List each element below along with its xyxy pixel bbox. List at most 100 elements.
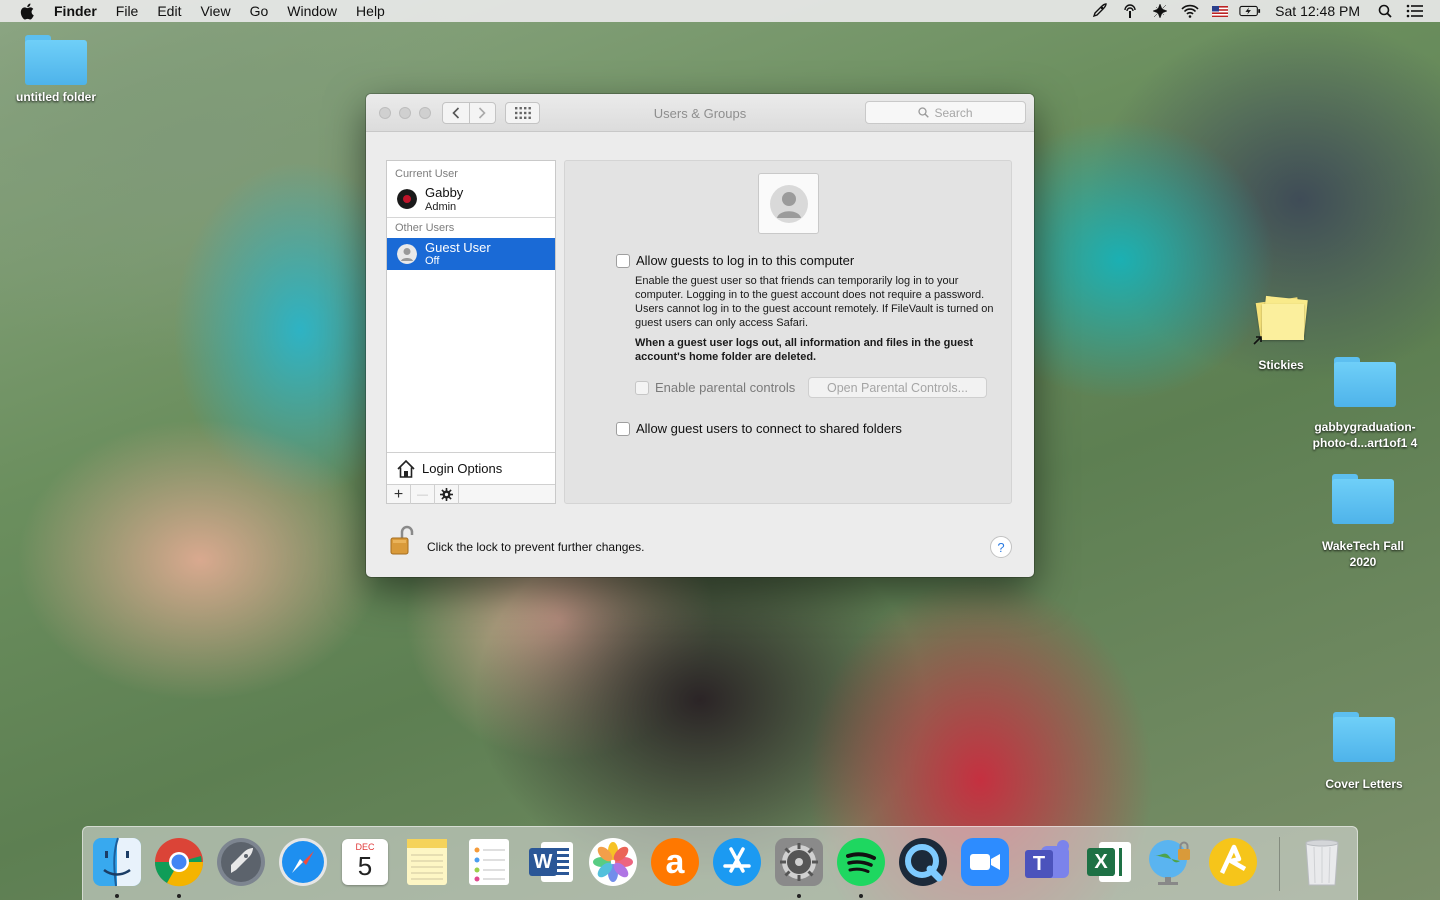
apple-menu-icon[interactable] [18,2,36,20]
other-users-header: Other Users [395,222,455,234]
unlocked-padlock-icon [390,525,414,555]
quicktime-icon [899,838,947,886]
menu-edit[interactable]: Edit [157,3,181,19]
desktop-icon-label-line2: 2020 [1349,555,1377,569]
us-flag-icon[interactable] [1209,2,1231,20]
folder-icon [25,35,87,85]
user-role: Admin [425,201,457,213]
calendar-day: 5 [357,851,373,881]
gear-icon [440,488,453,501]
add-user-button[interactable]: + [387,485,411,504]
spotlight-icon[interactable] [1374,2,1396,20]
menu-window[interactable]: Window [287,3,337,19]
desktop-icon-label-line1: gabbygraduation- [1314,420,1416,434]
open-parental-controls-button[interactable]: Open Parental Controls... [808,377,987,398]
list-toolbar: + — [387,484,555,504]
stickies-icon [1252,294,1310,346]
desktop-icon-label: Cover Letters [1325,777,1403,791]
login-options-item[interactable]: Login Options [387,452,555,484]
menu-file[interactable]: File [116,3,139,19]
app-menu-finder[interactable]: Finder [54,3,97,19]
dock-spotify[interactable] [834,835,888,889]
checkbox-box[interactable] [616,253,630,268]
shared-folders-checkbox[interactable]: Allow guest users to connect to shared f… [616,421,902,436]
guest-picture[interactable] [758,173,819,234]
desktop-folder-cover-letters[interactable]: Cover Letters [1309,712,1419,792]
dock-word[interactable]: W [524,835,578,889]
airdrop-icon[interactable] [1119,2,1141,20]
user-list: Current User Gabby Admin Other Users Gue… [386,160,556,504]
guest-description: Enable the guest user so that friends ca… [635,275,994,329]
lock-message: Click the lock to prevent further change… [427,540,645,554]
dock-excel[interactable]: X [1082,835,1136,889]
app-store-icon [713,838,761,886]
dock-system-preferences[interactable] [772,835,826,889]
battery-charging-icon[interactable] [1239,2,1261,20]
search-field[interactable]: Search [865,101,1026,124]
guest-settings-pane: Allow guests to log in to this computer … [564,160,1012,504]
dock-network-utility[interactable] [1144,835,1198,889]
dock-zoom[interactable] [958,835,1012,889]
checkbox-box[interactable] [616,421,630,436]
dock-separator [1279,837,1280,891]
desktop-icon-label: WakeTech Fall 2020 [1308,538,1418,570]
system-preferences-icon [775,838,823,886]
guest-avatar-icon [397,244,417,264]
dock-reminders[interactable] [462,835,516,889]
dock-safari[interactable] [276,835,330,889]
dock-teams[interactable]: T [1020,835,1074,889]
parental-controls-checkbox[interactable]: Enable parental controls [635,380,795,395]
desktop-folder-waketech[interactable]: WakeTech Fall 2020 [1308,474,1418,570]
guest-avatar-icon [769,184,808,223]
lock-button[interactable] [390,524,414,556]
help-button[interactable]: ? [990,536,1012,558]
rocket-icon[interactable] [1089,2,1111,20]
dock: DEC 5 W a T X [82,826,1358,900]
dock-instastats[interactable] [1206,835,1260,889]
dock-chrome[interactable] [152,835,206,889]
running-indicator [115,894,119,898]
notes-icon [407,839,447,885]
user-row-guest[interactable]: Guest User Off [387,238,555,270]
extension-icon[interactable] [1149,2,1171,20]
dock-app-store[interactable] [710,835,764,889]
search-placeholder: Search [934,105,973,120]
running-indicator [797,894,801,898]
folder-icon [1334,357,1396,407]
remove-user-button[interactable]: — [411,485,435,504]
desktop-folder-untitled[interactable]: untitled folder [1,35,111,105]
checkbox-box[interactable] [635,380,649,395]
folder-icon [1333,712,1395,762]
chrome-icon [154,838,204,887]
notification-center-icon[interactable] [1404,2,1426,20]
dock-photos[interactable] [586,835,640,889]
desktop-icon-label-line1: WakeTech Fall [1321,539,1405,553]
user-row-gabby[interactable]: Gabby Admin [387,179,555,217]
dock-notes[interactable] [400,835,454,889]
dock-launchpad[interactable] [214,835,268,889]
users-groups-window: Users & Groups Search Current User Gabby… [366,94,1034,577]
folder-icon [1332,474,1394,524]
menu-view[interactable]: View [200,3,230,19]
teams-icon: T [1023,838,1071,886]
globe-lock-icon [1149,840,1190,885]
trash-icon [1305,839,1339,886]
allow-guest-login-checkbox[interactable]: Allow guests to log in to this computer [616,253,854,268]
dock-trash[interactable] [1295,835,1349,889]
dock-finder[interactable] [90,835,144,889]
dock-quicktime[interactable] [896,835,950,889]
spotify-icon [837,838,885,886]
menubar-clock[interactable]: Sat 12:48 PM [1275,3,1360,19]
window-titlebar[interactable]: Users & Groups Search [366,94,1034,132]
word-icon: W [527,838,575,886]
shared-folders-label: Allow guest users to connect to shared f… [636,421,902,436]
dock-avast[interactable]: a [648,835,702,889]
action-menu-button[interactable] [435,485,459,504]
menu-go[interactable]: Go [250,3,269,19]
finder-icon [93,837,141,887]
wifi-icon[interactable] [1179,2,1201,20]
menu-help[interactable]: Help [356,3,385,19]
dock-calendar[interactable]: DEC 5 [338,835,392,889]
desktop-folder-gabbygraduation[interactable]: gabbygraduation- photo-d...art1of1 4 [1310,357,1420,451]
user-name: Gabby [425,185,464,200]
